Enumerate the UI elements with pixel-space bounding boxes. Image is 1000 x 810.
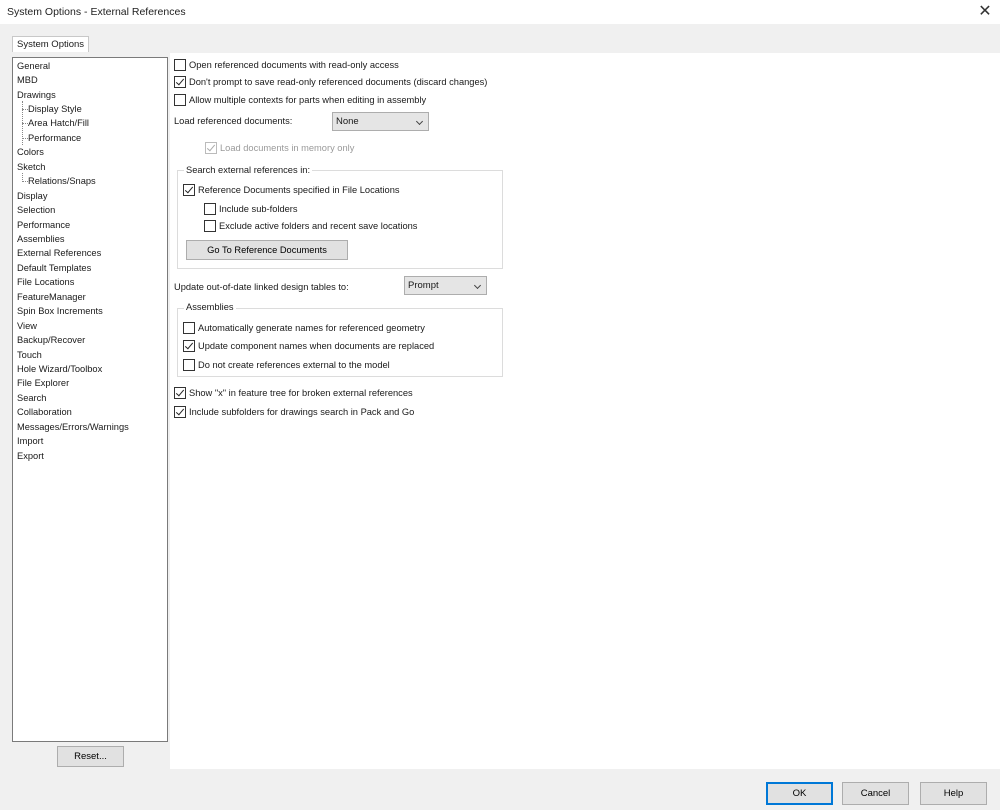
sidebar-item-selection[interactable]: Selection xyxy=(17,203,55,217)
option-label: Include subfolders for drawings search i… xyxy=(189,407,415,417)
checkbox-checked[interactable] xyxy=(174,76,186,88)
sidebar-item-relations-snaps[interactable]: Relations/Snaps xyxy=(28,174,96,188)
tab-system-options[interactable]: System Options xyxy=(12,36,90,52)
option-label: Exclude active folders and recent save l… xyxy=(219,221,418,231)
checkbox[interactable] xyxy=(183,322,195,334)
sidebar-item-drawings[interactable]: Drawings xyxy=(17,88,56,102)
update-tables-label: Update out-of-date linked design tables … xyxy=(174,282,349,292)
checkbox[interactable] xyxy=(183,359,195,371)
reset-button[interactable]: Reset... xyxy=(57,746,124,767)
update-tables-select[interactable]: Prompt xyxy=(404,276,487,295)
option-label: Include sub-folders xyxy=(219,204,298,214)
option-label: Show "x" in feature tree for broken exte… xyxy=(189,388,413,398)
help-button[interactable]: Help xyxy=(920,782,987,805)
tab-strip: System Options xyxy=(0,24,1000,73)
sidebar-item-backup-recover[interactable]: Backup/Recover xyxy=(17,333,85,347)
close-icon[interactable]: ✕ xyxy=(974,2,996,22)
assemblies-group-title: Assemblies xyxy=(184,302,236,312)
checkbox-checked[interactable] xyxy=(183,184,195,196)
checkbox-disabled xyxy=(205,142,217,154)
option-label: Automatically generate names for referen… xyxy=(198,323,425,333)
sidebar-item-search[interactable]: Search xyxy=(17,391,46,405)
checkbox-checked[interactable] xyxy=(183,340,195,352)
sidebar-item-mbd[interactable]: MBD xyxy=(17,73,38,87)
option-label: Reference Documents specified in File Lo… xyxy=(198,185,400,195)
sidebar-item-area-hatch-fill[interactable]: Area Hatch/Fill xyxy=(28,116,89,130)
checkbox-checked[interactable] xyxy=(174,387,186,399)
option-label: Update component names when documents ar… xyxy=(198,341,435,351)
sidebar-item-default-templates[interactable]: Default Templates xyxy=(17,261,91,275)
sidebar-item-spin-box-increments[interactable]: Spin Box Increments xyxy=(17,304,103,318)
sidebar-item-external-references[interactable]: External References xyxy=(17,246,101,260)
load-referenced-label: Load referenced documents: xyxy=(174,116,293,126)
update-tables-value: Prompt xyxy=(408,280,439,291)
checkbox[interactable] xyxy=(174,94,186,106)
sidebar-item-collaboration[interactable]: Collaboration xyxy=(17,405,72,419)
chevron-down-icon xyxy=(473,281,482,290)
sidebar-item-drawings-performance[interactable]: Performance xyxy=(28,131,81,145)
ok-button[interactable]: OK xyxy=(766,782,833,805)
option-label: Open referenced documents with read-only… xyxy=(189,60,399,70)
window-title: System Options - External References xyxy=(7,6,186,18)
search-references-group-title: Search external references in: xyxy=(184,165,313,175)
sidebar-item-performance[interactable]: Performance xyxy=(17,218,70,232)
cancel-button[interactable]: Cancel xyxy=(842,782,909,805)
load-referenced-value: None xyxy=(336,116,359,127)
checkbox[interactable] xyxy=(174,59,186,71)
chevron-down-icon xyxy=(415,117,424,126)
checkbox-checked[interactable] xyxy=(174,406,186,418)
sidebar-item-file-explorer[interactable]: File Explorer xyxy=(17,376,69,390)
options-panel: Open referenced documents with read-only… xyxy=(170,53,1000,769)
sidebar-item-display-style[interactable]: Display Style xyxy=(28,102,82,116)
sidebar-item-view[interactable]: View xyxy=(17,319,37,333)
sidebar-item-touch[interactable]: Touch xyxy=(17,348,42,362)
sidebar-item-featuremanager[interactable]: FeatureManager xyxy=(17,290,86,304)
sidebar-item-general[interactable]: General xyxy=(17,59,50,73)
option-label: Allow multiple contexts for parts when e… xyxy=(189,95,427,105)
load-referenced-select[interactable]: None xyxy=(332,112,429,131)
sidebar-item-messages-errors-warnings[interactable]: Messages/Errors/Warnings xyxy=(17,420,129,434)
title-bar: System Options - External References ✕ xyxy=(0,0,1000,24)
checkbox[interactable] xyxy=(204,220,216,232)
options-tree: General MBD Drawings Display Style Area … xyxy=(12,57,168,742)
sidebar-item-colors[interactable]: Colors xyxy=(17,145,44,159)
sidebar-item-hole-wizard-toolbox[interactable]: Hole Wizard/Toolbox xyxy=(17,362,102,376)
sidebar-item-assemblies[interactable]: Assemblies xyxy=(17,232,65,246)
sidebar-item-export[interactable]: Export xyxy=(17,449,44,463)
checkbox[interactable] xyxy=(204,203,216,215)
sidebar-item-import[interactable]: Import xyxy=(17,434,43,448)
sidebar-item-display[interactable]: Display xyxy=(17,189,47,203)
option-label: Do not create references external to the… xyxy=(198,360,390,370)
option-label: Load documents in memory only xyxy=(220,143,355,153)
sidebar-item-sketch[interactable]: Sketch xyxy=(17,160,45,174)
sidebar-item-file-locations[interactable]: File Locations xyxy=(17,275,74,289)
option-label: Don't prompt to save read-only reference… xyxy=(189,77,488,87)
go-to-reference-documents-button[interactable]: Go To Reference Documents xyxy=(186,240,348,260)
